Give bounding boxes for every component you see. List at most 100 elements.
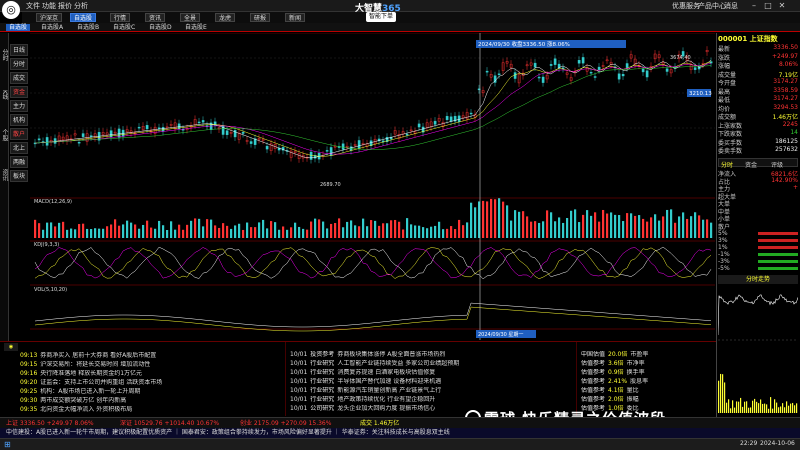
kdj-label: KDJ(9,3,3) <box>34 242 59 248</box>
volume-bar <box>558 217 561 238</box>
indicator-label-6[interactable]: 散户 <box>10 128 28 140</box>
toolbar-btn-2[interactable]: 行情 <box>110 13 131 22</box>
mini-volume-bar <box>730 408 732 413</box>
indicator-label-4[interactable]: 主力 <box>10 100 28 112</box>
volume-bar <box>106 226 109 238</box>
volume-bar <box>662 216 665 238</box>
research-item[interactable]: 10/01 行业研究 地产政策持续优化 行业有望企稳回升 <box>290 396 574 404</box>
news-tab-label[interactable]: ◉ <box>4 343 18 351</box>
volume-bar <box>506 205 509 238</box>
news-item[interactable]: 09:30 两市成交额突破万亿 创年内新高 <box>20 397 282 405</box>
tab-watchlist-3[interactable]: 自选股C <box>110 24 138 31</box>
indicator-label-9[interactable]: 板块 <box>10 170 28 182</box>
toolbar-btn-0[interactable]: 沪深京 <box>36 13 63 22</box>
toolbar-btn-6[interactable]: 研报 <box>250 13 271 22</box>
mini-volume-bar <box>742 406 744 413</box>
candle-body <box>561 67 565 69</box>
tab-watchlist-4[interactable]: 自选股D <box>146 24 175 31</box>
volume-bar <box>570 210 573 238</box>
tab-watchlist-0[interactable]: 自选股 <box>6 24 31 31</box>
news-item[interactable]: 09:20 证监会：支持上市公司并购重组 活跃资本市场 <box>20 379 282 387</box>
tab-watchlist-1[interactable]: 自选股A <box>38 24 66 31</box>
indicator-label-3[interactable]: 资金 <box>10 86 28 98</box>
subtab-2[interactable]: 评级 <box>771 160 783 169</box>
indicator-label-0[interactable]: 日线 <box>10 44 28 56</box>
sidebar-item-1[interactable]: K线 <box>0 80 9 110</box>
news-item[interactable]: 09:25 机构：A股市场已进入新一轮上升周期 <box>20 388 282 396</box>
toolbar-btn-5[interactable]: 龙虎 <box>215 13 236 22</box>
mini-volume-bar <box>766 404 768 413</box>
toolbar-btn-3[interactable]: 资讯 <box>145 13 166 22</box>
volume-bar <box>166 229 169 238</box>
valuation-item: 中国估值 20.0倍 市盈率 <box>581 351 649 358</box>
news-item[interactable]: 09:16 央行降准落地 释放长期资金约1万亿元 <box>20 370 282 378</box>
toolbar-btn-4[interactable]: 全景 <box>180 13 201 22</box>
quote-title: 000001 上证指数 <box>718 35 778 43</box>
close-icon[interactable]: ✕ <box>776 1 788 11</box>
sidebar-item-3[interactable]: 资讯 <box>0 160 9 190</box>
menu-messages[interactable]: 消息 <box>722 2 740 11</box>
subtab-1[interactable]: 资金 <box>745 160 757 169</box>
volume-bar <box>58 222 61 238</box>
tab-watchlist-2[interactable]: 自选股B <box>74 24 102 31</box>
mini-volume-bar <box>746 401 748 413</box>
indicator-label-2[interactable]: 成交 <box>10 72 28 84</box>
menu-analysis[interactable]: 分析 <box>72 2 90 11</box>
toolbar-btn-7[interactable]: 新闻 <box>285 13 306 22</box>
news-ticker[interactable]: 中信建投：A股已进入新一轮牛市周期，建议积极配置优质资产 ｜ 国泰君安：政策组合… <box>0 428 800 438</box>
volume-bar <box>102 228 105 238</box>
vol-label: VOL(5,10,20) <box>34 287 67 293</box>
volume-bar <box>626 213 629 238</box>
mini-intraday-chart[interactable] <box>718 285 798 415</box>
start-icon[interactable]: ⊞ <box>4 440 11 449</box>
sidebar-item-0[interactable]: 分时 <box>0 40 9 70</box>
research-item[interactable]: 10/01 行业研究 新能源汽车销量创新高 产业链景气上行 <box>290 387 574 395</box>
candle-body <box>497 73 501 75</box>
indicator-label-8[interactable]: 两融 <box>10 156 28 168</box>
volume-bar <box>346 221 349 238</box>
volume-bar <box>382 223 385 238</box>
subtab-0[interactable]: 分时 <box>721 160 733 169</box>
volume-bar <box>466 222 469 238</box>
mini-volume-bar <box>752 400 754 413</box>
candle-body <box>249 141 253 144</box>
mini-volume-bar <box>792 402 794 413</box>
volume-bar <box>186 224 189 238</box>
maximize-icon[interactable]: □ <box>762 1 774 11</box>
app-logo-icon[interactable]: ◎ <box>2 1 20 19</box>
candle-body <box>485 70 489 73</box>
volume-bar <box>706 219 709 238</box>
indicator-label-1[interactable]: 分时 <box>10 58 28 70</box>
toolbar-btn-1[interactable]: 自选股 <box>70 13 97 22</box>
kline-chart[interactable]: 2024/09/30 收盘3336.50 涨8.06% 3210.13 3674… <box>30 33 715 340</box>
news-item[interactable]: 09:13 券商净买入 居前十大券商 看好A股后市配置 <box>20 352 282 360</box>
sidebar-item-2[interactable]: 个股 <box>0 120 9 150</box>
mini-volume-bar <box>790 403 792 413</box>
volume-bar <box>530 221 533 238</box>
news-item[interactable]: 09:15 沪深交易所：将延长交易时间 增加流动性 <box>20 361 282 369</box>
volume-bar <box>282 226 285 238</box>
candle-body <box>589 71 593 74</box>
smart-order-button[interactable]: 智能下单 <box>366 12 397 22</box>
news-item[interactable]: 09:35 北向资金大幅净流入 外资积极布局 <box>20 406 282 414</box>
volume-bar <box>294 222 297 238</box>
research-item[interactable]: 10/01 行业研究 消费复苏提速 白酒家电板块估值修复 <box>290 369 574 377</box>
candle-body <box>617 73 621 80</box>
research-item[interactable]: 10/01 投资参考 券商板块集体涨停 A股全面普涨市场热烈 <box>290 351 574 359</box>
volume-bar <box>302 228 305 238</box>
minimize-icon[interactable]: – <box>748 1 760 11</box>
volume-bar <box>326 228 329 238</box>
volume-bar <box>202 226 205 238</box>
volume-bar <box>482 200 485 238</box>
research-item[interactable]: 10/01 行业研究 半导体国产替代加速 设备材料迎来机遇 <box>290 378 574 386</box>
volume-bar <box>574 209 577 238</box>
volume-bar <box>118 225 121 238</box>
tab-watchlist-5[interactable]: 自选股E <box>182 24 210 31</box>
volume-bar <box>190 220 193 238</box>
research-item[interactable]: 10/01 行业研究 人工智能产业链持续受益 多家公司业绩超预期 <box>290 360 574 368</box>
volume-bar <box>90 229 93 238</box>
volume-bar <box>498 198 501 238</box>
indicator-label-7[interactable]: 北上 <box>10 142 28 154</box>
indicator-label-5[interactable]: 机构 <box>10 114 28 126</box>
chart-grid <box>30 33 715 330</box>
